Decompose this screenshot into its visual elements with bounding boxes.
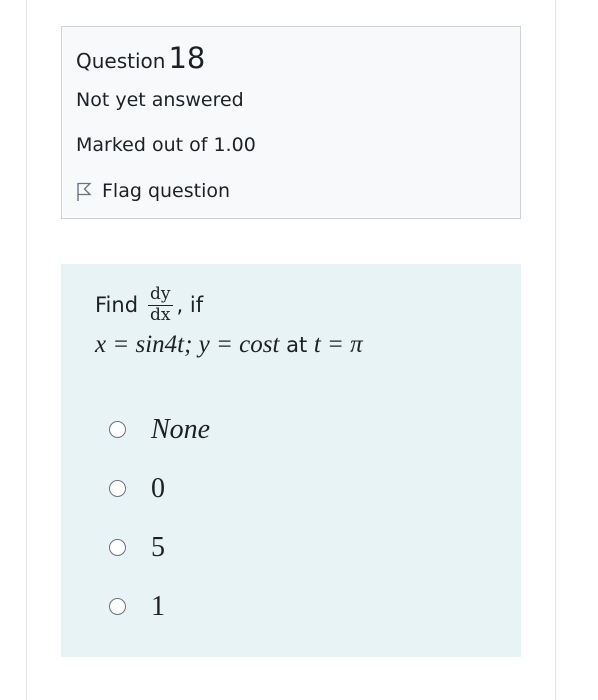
radio-button[interactable]	[109, 421, 126, 438]
option-label: 0	[151, 472, 165, 504]
t-value: t = π	[313, 330, 363, 358]
question-line-1: Find dy dx , if	[95, 284, 363, 325]
parametric-equations: x = sin4t; y = cost	[95, 330, 280, 358]
option-label: 5	[151, 531, 165, 563]
radio-button[interactable]	[109, 480, 126, 497]
option-none[interactable]: None	[109, 411, 210, 448]
question-number: 18	[168, 41, 206, 75]
if-label: , if	[176, 293, 204, 318]
fraction-denominator: dx	[150, 304, 171, 325]
option-0[interactable]: 0	[109, 470, 210, 507]
option-5[interactable]: 5	[109, 529, 210, 566]
question-line-2: x = sin4t; y = cost at t = π	[95, 331, 363, 359]
question-text: Find dy dx , if x = sin4t; y = cost at t…	[95, 284, 363, 359]
question-content-panel: Find dy dx , if x = sin4t; y = cost at t…	[61, 264, 521, 657]
fraction-numerator: dy	[148, 284, 173, 306]
derivative-fraction: dy dx	[148, 284, 173, 325]
radio-button[interactable]	[109, 539, 126, 556]
question-heading: Question 18	[76, 41, 205, 75]
question-label: Question	[76, 49, 166, 73]
answer-options: None 0 5 1	[109, 411, 210, 647]
question-info-panel: Question 18 Not yet answered Marked out o…	[61, 26, 521, 219]
option-label: 1	[151, 590, 165, 622]
flag-question-label: Flag question	[102, 179, 231, 202]
option-label: None	[151, 413, 211, 445]
option-1[interactable]: 1	[109, 588, 210, 625]
flag-question-button[interactable]: Flag question	[76, 179, 230, 202]
find-label: Find	[95, 293, 139, 318]
at-label: at	[279, 332, 314, 357]
flag-icon	[76, 182, 92, 202]
answer-status: Not yet answered	[76, 89, 244, 111]
radio-button[interactable]	[109, 598, 126, 615]
grade-info: Marked out of 1.00	[76, 134, 256, 156]
